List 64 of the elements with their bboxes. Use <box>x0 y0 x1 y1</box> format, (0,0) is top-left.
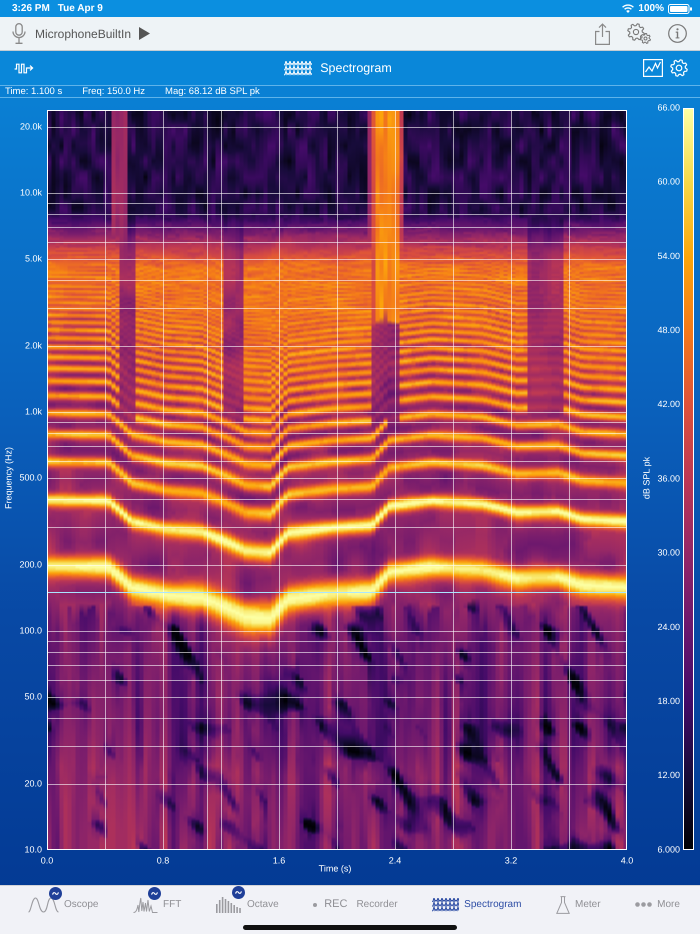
y-axis-tick-label: 200.0 <box>19 559 42 570</box>
colorbar-tick-label: 18.00 <box>657 696 680 706</box>
cursor-readout: Mag: 68.12 dB SPL pk <box>165 86 260 97</box>
x-axis-tick-label: 2.4 <box>388 855 402 866</box>
y-axis-tick-label: 100.0 <box>19 625 42 636</box>
cursor-readout: Time: 1.100 s <box>5 86 62 97</box>
more-dots-icon <box>635 902 652 907</box>
y-axis-tick-label: 20.0 <box>24 778 42 788</box>
tab-bar-item[interactable]: Meter <box>556 886 601 924</box>
play-icon[interactable] <box>139 27 150 40</box>
tab-bar-item[interactable]: FFT <box>133 886 182 922</box>
sine-wave-icon <box>28 896 59 912</box>
y-axis-tick-label: 10.0k <box>20 187 42 198</box>
x-axis-tick-label: 0.8 <box>156 855 170 866</box>
flask-icon <box>556 896 570 914</box>
y-axis-tick-label: 2.0k <box>24 340 42 350</box>
colorbar-tick-label: 36.00 <box>657 473 680 484</box>
colorbar-tick-label: 30.00 <box>657 548 680 558</box>
waveform-icon[interactable] <box>14 62 34 74</box>
status-date: Tue Apr 9 <box>58 2 103 16</box>
x-axis-tick-label: 4.0 <box>620 855 634 866</box>
x-axis-title: Time (s) <box>318 863 352 874</box>
view-title: Spectrogram <box>320 60 392 77</box>
colorbar-tick-label: 48.00 <box>657 324 680 335</box>
y-axis-tick-label: 1.0k <box>24 406 42 416</box>
tab-bar-item[interactable]: Oscope <box>28 886 98 922</box>
share-icon[interactable] <box>595 22 610 44</box>
info-icon[interactable] <box>668 24 687 43</box>
colorbar-title: dB SPL pk <box>641 456 652 500</box>
spectrogram-icon <box>284 60 312 76</box>
x-axis-tick-label: 1.6 <box>272 855 286 866</box>
colorbar-tick-label: 60.00 <box>657 176 680 187</box>
x-axis-tick-label: 0.0 <box>40 855 54 866</box>
settings-icon[interactable] <box>670 59 688 77</box>
tab-bar-item[interactable]: More <box>635 887 680 922</box>
x-axis-tick-label: 3.2 <box>504 855 518 866</box>
y-axis-tick-label: 500.0 <box>19 472 42 482</box>
y-axis-tick-label: 10.0 <box>24 844 42 854</box>
y-axis-tick-label: 50.0 <box>24 691 42 702</box>
battery-icon <box>668 4 692 14</box>
status-time: 3:26 PM <box>12 2 50 16</box>
spectrogram-icon <box>432 898 460 912</box>
wifi-icon <box>622 4 634 13</box>
spectrum-peaks-icon <box>133 896 158 912</box>
line-chart-icon[interactable] <box>643 59 663 77</box>
colorbar-tick-label: 6.000 <box>657 844 680 854</box>
y-axis-tick-label: 5.0k <box>24 253 42 264</box>
y-axis-title: Frequency (Hz) <box>3 447 14 509</box>
tab-bar-item[interactable]: REC Recorder <box>313 886 398 923</box>
y-axis-tick-label: 20.0k <box>20 121 42 132</box>
input-device-name[interactable]: MicrophoneBuiltIn <box>35 24 132 42</box>
tab-bar-item[interactable]: Octave <box>216 886 279 923</box>
gears-icon[interactable] <box>627 23 651 44</box>
microphone-icon[interactable] <box>12 23 26 44</box>
colorbar-tick-label: 66.00 <box>657 102 680 112</box>
colorbar-tick-label: 54.00 <box>657 250 680 261</box>
colorbar-tick-label: 42.00 <box>657 399 680 410</box>
battery-percentage: 100% <box>638 2 664 16</box>
cursor-readout: Freq: 150.0 Hz <box>82 86 146 97</box>
colorbar-tick-label: 12.00 <box>657 770 680 780</box>
bar-levels-icon <box>216 896 242 913</box>
tab-bar-item[interactable]: Spectrogram <box>432 887 522 922</box>
colorbar-tick-label: 24.00 <box>657 622 680 632</box>
record-dot-icon <box>313 902 318 906</box>
